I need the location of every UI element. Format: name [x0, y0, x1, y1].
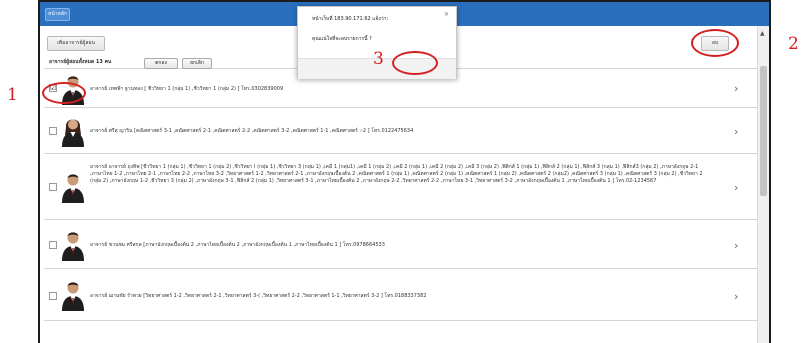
female-avatar-icon	[62, 119, 84, 147]
annotation-oval-delete	[691, 29, 739, 57]
chevron-right-icon[interactable]: ›	[734, 125, 738, 138]
male-avatar-icon	[62, 282, 84, 311]
annotation-label-1: 1	[7, 85, 18, 105]
row-checkbox[interactable]	[49, 127, 57, 135]
annotation-label-2: 2	[788, 34, 799, 54]
scroll-thumb[interactable]	[760, 66, 767, 196]
teacher-info: อาจารย์ ศรีสุ ญาริน [คณิตศาสตร์ 3-1 ,คณิ…	[90, 128, 414, 134]
dialog-message: คุณแน่ใจที่จะลบรายการนี้ ?	[312, 36, 372, 42]
list-item[interactable]: อาจารย์ ศรีสุ ญาริน [คณิตศาสตร์ 3-1 ,คณิ…	[44, 108, 757, 154]
scrollbar[interactable]: ▲	[757, 26, 769, 343]
teacher-count-label: อาจารย์ผู้สอนทั้งหมด 13 คน	[49, 59, 112, 65]
list-item[interactable]: อาจารย์ อาจารย์ ถุงทิพ [ชีววิทยา 1 (กลุ่…	[44, 154, 757, 220]
chevron-right-icon[interactable]: ›	[734, 82, 738, 95]
scroll-up-icon[interactable]: ▲	[760, 30, 765, 37]
teacher-info: อาจารย์ อาจารย์ ถุงทิพ [ชีววิทยา 1 (กลุ่…	[90, 164, 703, 184]
annotation-label-3: 3	[373, 49, 384, 69]
teacher-info: อาจารย์ เทพฟ้า ฐานทอง [ ชีววิทยา 1 (กลุ่…	[90, 86, 284, 92]
chevron-right-icon[interactable]: ›	[734, 181, 738, 194]
teacher-info: อาจารย์ ชวนชม ศรีสกุล [ภาษาอังกฤษเบื้องต…	[90, 242, 385, 248]
chevron-right-icon[interactable]: ›	[734, 239, 738, 252]
row-checkbox[interactable]	[49, 241, 57, 249]
male-avatar-icon	[62, 174, 84, 203]
dialog-title: หน้าเว็บที่ 183.90.171.62 แจ้งว่า:	[312, 16, 389, 22]
teacher-list: ☑ อาจารย์ เทพฟ้า ฐานทอง [ ชีววิทยา 1 (กล…	[44, 68, 757, 343]
home-button[interactable]: หน้าหลัก	[45, 8, 70, 21]
close-icon[interactable]: ✕	[444, 11, 449, 18]
add-teacher-button[interactable]: เพิ่มอาจารย์ผู้สอน	[47, 36, 105, 51]
list-item[interactable]: อาจารย์ ชวนชม ศรีสกุล [ภาษาอังกฤษเบื้องต…	[44, 220, 757, 269]
list-item[interactable]: อาจารย์ ฌานชัย รำพวย [วิทยาศาสตร์ 1-2 ,ว…	[44, 269, 757, 321]
male-avatar-icon	[62, 232, 84, 261]
confirm-cancel-button[interactable]: ยกเลิก	[182, 58, 212, 69]
chevron-right-icon[interactable]: ›	[734, 290, 738, 303]
row-checkbox[interactable]	[49, 292, 57, 300]
confirm-ok-button[interactable]: ตกลง	[144, 58, 178, 69]
annotation-oval-checkbox	[42, 82, 86, 104]
annotation-oval-ok	[392, 51, 438, 75]
teacher-info: อาจารย์ ฌานชัย รำพวย [วิทยาศาสตร์ 1-2 ,ว…	[90, 293, 427, 299]
row-checkbox[interactable]	[49, 183, 57, 191]
